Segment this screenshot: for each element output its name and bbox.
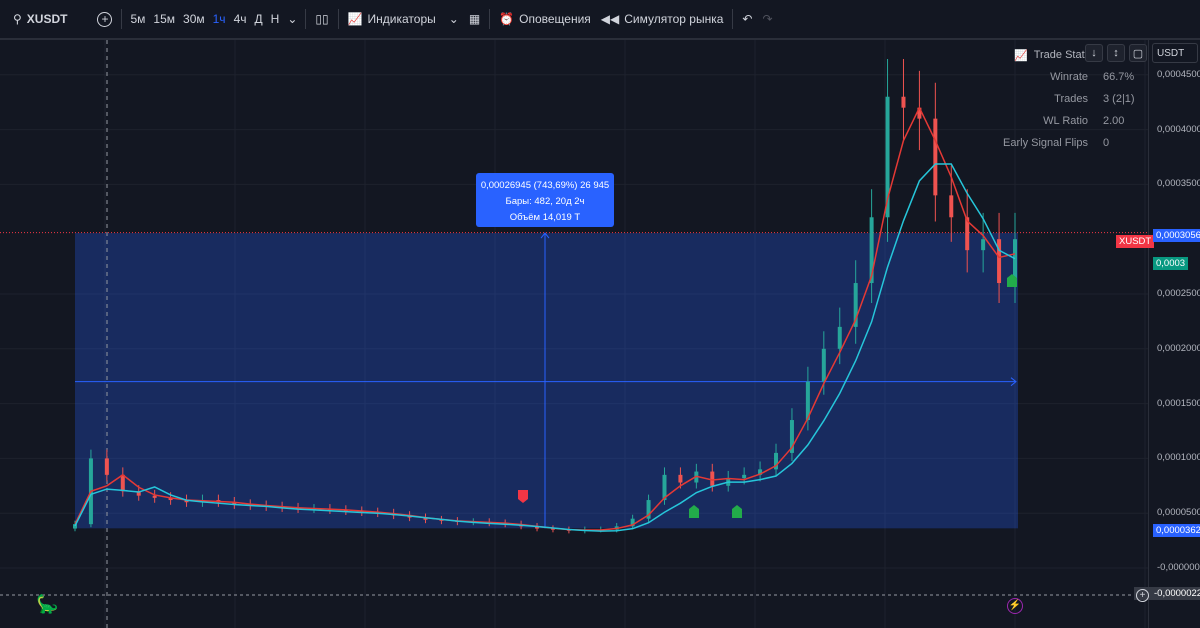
candle — [933, 118, 938, 196]
timeframe-4h[interactable]: 4ч — [230, 12, 251, 26]
price-tick: 0,0004500 — [1157, 68, 1200, 80]
candles-icon: ▯▯ — [315, 12, 329, 26]
rewind-icon: ◀◀ — [600, 12, 620, 26]
alerts-button[interactable]: ⏰ Оповещения — [494, 5, 596, 33]
timeframe-5m[interactable]: 5м — [126, 12, 149, 26]
arrow-down-icon[interactable]: ↓ — [1085, 44, 1103, 62]
dinosaur-logo-icon: 🦕 — [36, 594, 59, 614]
indicators-icon: 📈 — [347, 12, 363, 26]
top-toolbar: ⚲ XUSDT + 5м 15м 30м 1ч 4ч Д Н ⌄ ▯▯ 📈 Инди… — [0, 0, 1200, 40]
compare-button[interactable]: + — [92, 5, 117, 33]
layouts-button[interactable]: ▦ — [464, 5, 485, 33]
chart-icon: 📈 — [1014, 49, 1028, 62]
symbol-search[interactable]: ⚲ XUSDT — [8, 5, 72, 33]
timeframe-1d[interactable]: Д — [251, 12, 267, 26]
redo-icon: ↷ — [762, 12, 773, 26]
measure-bottom-label: 0,0000362 — [1153, 524, 1200, 537]
trade-stats-panel: 📈 Trade Stats Winrate 66.7% Trades 3 (2|1) … — [1003, 49, 1135, 149]
candle — [678, 474, 683, 483]
candle — [742, 474, 747, 479]
undo-icon: ↶ — [742, 12, 753, 26]
collapse-icon[interactable]: ↕ — [1107, 44, 1125, 62]
indicator-value-label: 0,0003 — [1153, 257, 1189, 270]
price-tick: 0,0001500 — [1157, 397, 1200, 409]
candle — [152, 495, 157, 498]
search-icon: ⚲ — [13, 12, 22, 26]
add-plus-icon[interactable]: + — [1136, 589, 1149, 602]
chevron-down-icon: ⌄ — [448, 12, 459, 26]
candle — [821, 348, 826, 382]
price-tick: 0,0000500 — [1157, 507, 1200, 519]
alarm-icon: ⏰ — [499, 12, 515, 26]
undo-button[interactable]: ↶ — [737, 5, 757, 33]
price-tick: 0,0004000 — [1157, 123, 1200, 135]
timeframe-15m[interactable]: 15м — [149, 12, 179, 26]
price-tick: 0,0003500 — [1157, 178, 1200, 190]
candle — [949, 195, 954, 218]
maximize-icon[interactable]: ▢ — [1129, 44, 1147, 62]
measure-top-label: 0,0003056 — [1153, 229, 1200, 242]
candle — [981, 239, 986, 251]
plus-circle-icon: + — [97, 11, 113, 27]
timeframe-dropdown-chevron-icon[interactable]: ⌄ — [283, 12, 301, 26]
currency-select[interactable]: USDT — [1152, 43, 1198, 63]
chart-type-button[interactable]: ▯▯ — [310, 5, 333, 33]
measure-tooltip: 0,00026945 (743,69%) 26 945 Бары: 482, 2… — [476, 173, 614, 227]
candle — [104, 458, 109, 475]
timeframe-1h[interactable]: 1ч — [209, 12, 230, 26]
symbol-price-label: XUSDT — [1116, 235, 1155, 248]
grid-icon: ▦ — [468, 12, 481, 26]
price-tick: -0,0000000 — [1157, 562, 1200, 573]
candle — [837, 326, 842, 349]
timeframe-1w[interactable]: Н — [267, 12, 284, 26]
measure-area — [75, 233, 1018, 529]
indicators-button[interactable]: 📈 Индикаторы ⌄ — [343, 5, 464, 33]
candle — [120, 474, 125, 492]
timeframe-30m[interactable]: 30м — [179, 12, 209, 26]
price-tick: 0,0002000 — [1157, 342, 1200, 354]
redo-button[interactable]: ↷ — [757, 5, 777, 33]
candle — [901, 96, 906, 108]
replay-button[interactable]: ◀◀ Симулятор рынка — [596, 5, 729, 33]
price-tick: 0,0002500 — [1157, 288, 1200, 299]
candle — [997, 239, 1002, 284]
lightning-icon[interactable]: ⚡ — [1007, 598, 1023, 614]
price-tick: 0,0001000 — [1157, 452, 1200, 464]
candle — [710, 471, 715, 486]
